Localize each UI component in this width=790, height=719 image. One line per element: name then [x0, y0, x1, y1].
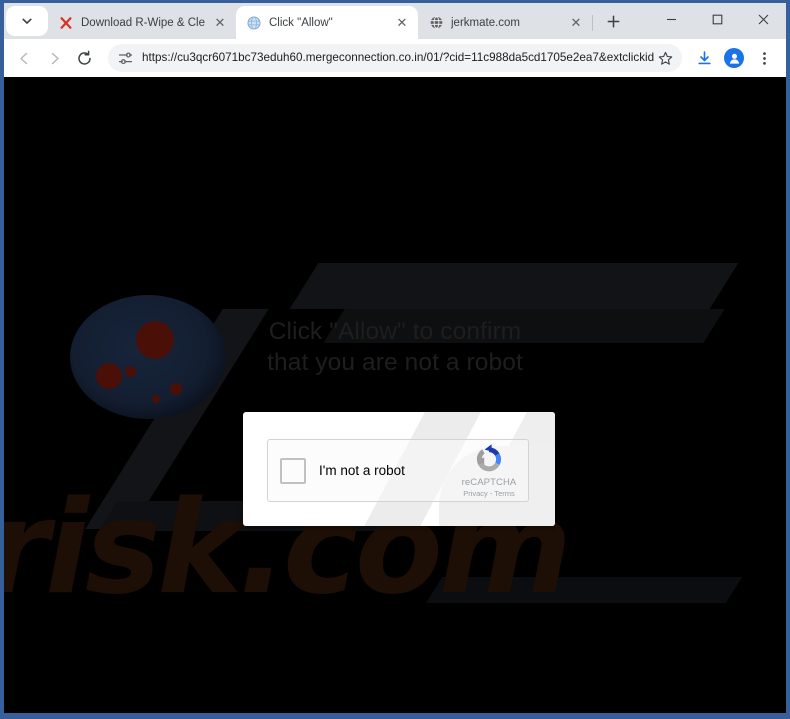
reload-button[interactable]: [70, 44, 98, 72]
decor-shape-1: [289, 263, 739, 309]
window-frame: Download R-Wipe & Clean 20.0 ✕ Click "Al…: [0, 0, 790, 719]
back-button[interactable]: [10, 44, 38, 72]
url-text[interactable]: https://cu3qcr6071bc73eduh60.mergeconnec…: [142, 49, 654, 67]
tab-label: Click "Allow": [269, 16, 333, 29]
decor-dot: [152, 395, 160, 403]
tab-jerkmate[interactable]: jerkmate.com ✕: [418, 6, 592, 39]
recaptcha-link-separator: -: [489, 489, 493, 498]
downloads-button[interactable]: [690, 44, 718, 72]
chevron-down-icon: [21, 15, 33, 27]
arrow-left-icon: [19, 52, 27, 64]
close-window-button[interactable]: [740, 3, 786, 35]
person-icon: [729, 53, 739, 64]
tab-close-button[interactable]: ✕: [212, 15, 228, 31]
profile-button[interactable]: [720, 44, 748, 72]
browser-toolbar: https://cu3qcr6071bc73eduh60.mergeconnec…: [4, 39, 786, 77]
close-icon: [758, 14, 768, 24]
three-dot-menu-icon: [762, 51, 766, 65]
recaptcha-label: I'm not a robot: [319, 462, 405, 478]
recaptcha-widget[interactable]: I'm not a robot reCAPTCHA Privacy - Term…: [267, 439, 529, 502]
recaptcha-terms-link[interactable]: Terms: [494, 489, 514, 498]
tab-click-allow[interactable]: Click "Allow" ✕: [236, 6, 418, 39]
tab-strip: Download R-Wipe & Clean 20.0 ✕ Click "Al…: [4, 3, 786, 39]
tune-sliders-icon[interactable]: [116, 49, 134, 67]
star-icon[interactable]: [654, 47, 676, 69]
page-viewport: risk.com Click "Allow" to confirm that y…: [4, 77, 786, 713]
new-tab-button[interactable]: [599, 7, 627, 35]
tab-close-button[interactable]: ✕: [394, 15, 410, 31]
recaptcha-privacy-link[interactable]: Privacy: [463, 489, 488, 498]
captcha-card: I'm not a robot reCAPTCHA Privacy - Term…: [243, 412, 555, 526]
address-bar[interactable]: https://cu3qcr6071bc73eduh60.mergeconnec…: [108, 44, 682, 72]
tab-search-button[interactable]: [6, 6, 48, 36]
maximize-icon: [712, 14, 722, 24]
arrow-right-icon: [51, 52, 59, 64]
page-headline: Click "Allow" to confirm that you are no…: [267, 318, 523, 376]
forward-button[interactable]: [40, 44, 68, 72]
gray-globe-icon: [428, 15, 444, 31]
browser-window: Download R-Wipe & Clean 20.0 ✕ Click "Al…: [4, 3, 786, 713]
minimize-icon: [666, 18, 676, 20]
recaptcha-brand-name: reCAPTCHA: [461, 477, 517, 488]
download-icon: [697, 50, 711, 64]
recaptcha-branding: reCAPTCHA Privacy - Terms: [456, 443, 528, 498]
tab-download-r-wipe[interactable]: Download R-Wipe & Clean 20.0 ✕: [48, 6, 236, 39]
reload-icon: [77, 50, 91, 65]
decor-dot: [96, 363, 122, 389]
tab-label: Download R-Wipe & Clean 20.0: [81, 16, 205, 29]
decor-dot: [170, 383, 182, 395]
decor-dot: [136, 321, 174, 359]
avatar: [724, 48, 744, 68]
tab-close-button[interactable]: ✕: [568, 15, 584, 31]
blue-globe-icon: [246, 15, 262, 31]
maximize-button[interactable]: [694, 3, 740, 35]
window-controls: [648, 3, 786, 35]
tab-label: jerkmate.com: [451, 16, 521, 29]
chrome-menu-button[interactable]: [750, 44, 778, 72]
recaptcha-legal-links[interactable]: Privacy - Terms: [456, 489, 522, 498]
recaptcha-logo-icon: [456, 443, 522, 476]
tab-separator: [592, 15, 593, 31]
plus-icon: [607, 15, 619, 27]
minimize-button[interactable]: [648, 3, 694, 35]
recaptcha-checkbox[interactable]: [280, 457, 306, 484]
red-x-icon: [58, 15, 74, 31]
decor-dot: [125, 366, 136, 377]
